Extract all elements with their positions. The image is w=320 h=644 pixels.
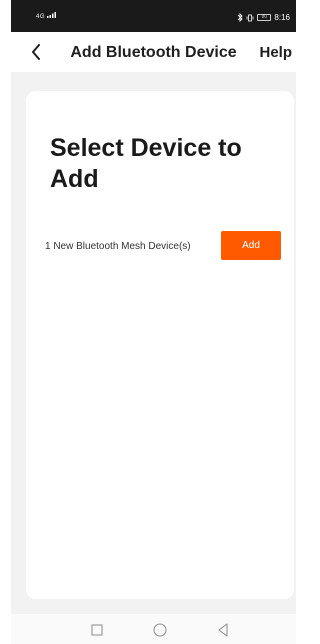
bluetooth-icon — [238, 13, 244, 22]
signal-indicator: 4G — [36, 12, 57, 20]
circle-icon[interactable] — [152, 622, 168, 638]
status-bar: 4G 80 8:16 — [11, 0, 296, 32]
top-app-bar: Add Bluetooth Device Help — [11, 32, 296, 72]
signal-label: 4G — [36, 14, 46, 20]
device-list-item: 1 New Bluetooth Mesh Device(s) Add — [45, 231, 281, 261]
system-nav-bar — [11, 614, 296, 644]
triangle-back-icon[interactable] — [215, 622, 231, 638]
vibrate-icon — [247, 14, 254, 21]
device-label: 1 New Bluetooth Mesh Device(s) — [45, 241, 191, 252]
card-title: Select Device to Add — [50, 134, 242, 193]
add-device-button[interactable]: Add — [221, 231, 281, 260]
status-time: 8:16 — [274, 13, 290, 22]
app-screen: 4G 80 8:16 Add Bluetooth Device Help Sel… — [11, 0, 296, 644]
help-link[interactable]: Help — [259, 44, 292, 61]
page-title: Add Bluetooth Device — [70, 44, 237, 61]
status-right-group: 80 8:16 — [237, 13, 290, 22]
battery-level: 80 — [261, 14, 268, 20]
device-selection-card: Select Device to Add 1 New Bluetooth Mes… — [26, 91, 294, 599]
signal-bars-icon — [47, 12, 57, 18]
square-icon[interactable] — [89, 622, 105, 638]
battery-icon: 80 — [257, 14, 272, 21]
